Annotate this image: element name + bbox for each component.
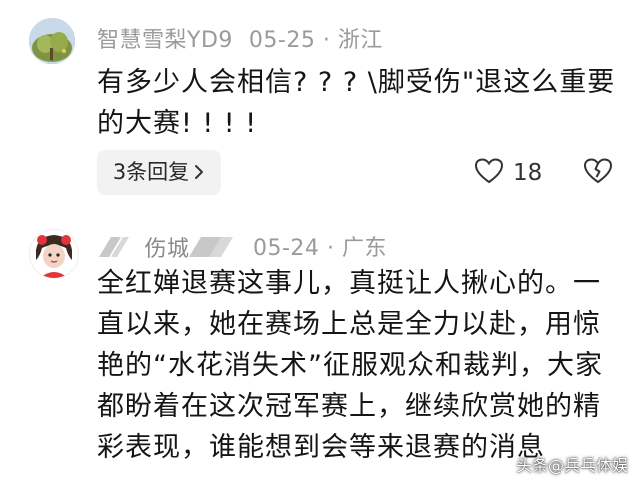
avatar[interactable] xyxy=(29,229,79,279)
username[interactable]: 智慧雪梨YD9 xyxy=(97,28,233,53)
comment-item: 智慧雪梨YD9 05-25 · 浙江 有多少人会相信? ? ? \脚受伤"退这么重… xyxy=(0,0,640,214)
comment-text: 有多少人会相信? ? ? \脚受伤"退这么重要的大赛! ! ! ! xyxy=(97,67,616,139)
comment-meta: 智慧雪梨YD9 05-25 · 浙江 xyxy=(97,22,383,54)
dislike-button[interactable] xyxy=(583,156,613,190)
view-replies-button[interactable]: 3条回复 xyxy=(97,150,221,195)
username-decoration: 伤城 xyxy=(97,231,237,263)
broken-heart-icon xyxy=(583,158,613,190)
chevron-right-icon xyxy=(193,150,205,195)
username[interactable]: 伤城 xyxy=(97,231,237,263)
avatar[interactable] xyxy=(29,18,75,64)
comment-item: 伤城 05-24 · 广东 全红婵退赛这事儿，真挺让人揪心的。一直以来，她在赛场… xyxy=(0,214,640,486)
comment-date: 05-25 xyxy=(248,28,316,53)
comment-text: 全红婵退赛这事儿，真挺让人揪心的。一直以来，她在赛场上总是全力以赴，用惊艳的“水… xyxy=(97,268,603,463)
meta-separator: · xyxy=(326,236,335,261)
comment-meta: 伤城 05-24 · 广东 xyxy=(97,230,387,263)
like-button[interactable]: 18 xyxy=(474,156,543,190)
comment-date: 05-24 xyxy=(253,236,320,261)
heart-outline-icon xyxy=(474,158,504,188)
like-count: 18 xyxy=(513,160,543,186)
replies-label: 3条回复 xyxy=(112,160,190,184)
watermark: 头条@兵乓体娱 xyxy=(515,456,628,475)
comment-location: 浙江 xyxy=(337,28,383,53)
meta-separator: · xyxy=(322,28,331,53)
comment-location: 广东 xyxy=(341,236,387,261)
